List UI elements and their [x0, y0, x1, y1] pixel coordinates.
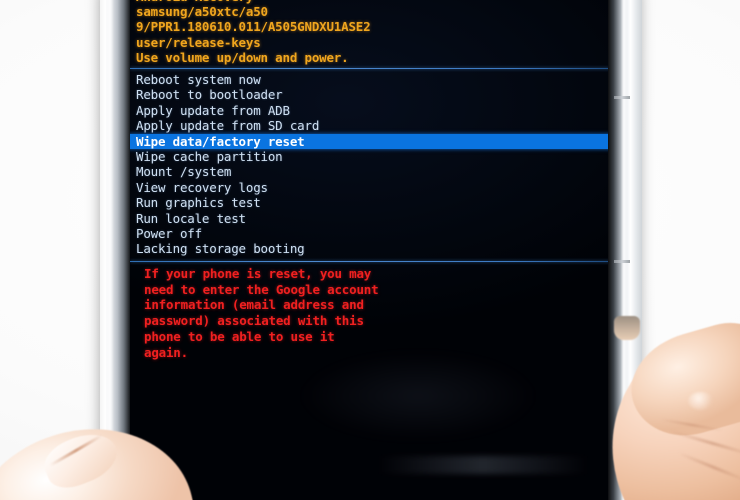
menu-item-lacking-storage-booting[interactable]: Lacking storage booting: [128, 241, 612, 256]
menu-item-wipe-cache-partition[interactable]: Wipe cache partition: [128, 149, 612, 164]
menu-item-apply-update-from-adb[interactable]: Apply update from ADB: [128, 103, 612, 118]
header-line-build: 9/PPR1.180610.011/A505GNDXU1ASE2: [136, 19, 371, 35]
bezel-left-gloss: [106, 0, 113, 500]
screenshot-stage: Android Recovery samsung/a50xtc/a50 9/PP…: [0, 0, 740, 500]
right-hand-knuckle: [688, 392, 714, 410]
power-button-seam[interactable]: [614, 260, 630, 263]
screen-smudge-upper: [298, 351, 538, 441]
right-hand-fingertip: [614, 316, 640, 340]
header-line-device: samsung/a50xtc/a50: [136, 4, 268, 20]
recovery-console: Android Recovery samsung/a50xtc/a50 9/PP…: [128, 0, 612, 361]
separator-top: [130, 68, 610, 70]
menu-item-wipe-data-factory-reset[interactable]: Wipe data/factory reset: [128, 133, 612, 150]
warning-line-6: again.: [144, 344, 188, 360]
warning-line-5: phone to be able to use it: [144, 329, 335, 345]
menu-item-apply-update-from-sd[interactable]: Apply update from SD card: [128, 118, 612, 133]
menu-item-mount-system[interactable]: Mount /system: [128, 164, 612, 179]
menu-item-run-graphics-test[interactable]: Run graphics test: [128, 195, 612, 210]
phone-bezel-left: [100, 0, 130, 500]
phone-screen[interactable]: Android Recovery samsung/a50xtc/a50 9/PP…: [128, 0, 612, 500]
warning-line-3: information (email address and: [144, 297, 364, 313]
warning-line-4: password) associated with this: [144, 313, 364, 329]
reset-warning-message: If your phone is reset, you may need to …: [128, 264, 612, 361]
header-line-keys: user/release-keys: [136, 34, 261, 50]
warning-line-1: If your phone is reset, you may: [144, 265, 372, 281]
recovery-header: Android Recovery samsung/a50xtc/a50 9/PP…: [128, 0, 612, 65]
menu-item-power-off[interactable]: Power off: [128, 226, 612, 241]
screen-smudge-lower: [378, 456, 588, 474]
menu-item-view-recovery-logs[interactable]: View recovery logs: [128, 180, 612, 195]
recovery-menu[interactable]: Reboot system now Reboot to bootloader A…: [128, 71, 612, 258]
menu-item-run-locale-test[interactable]: Run locale test: [128, 211, 612, 226]
separator-bottom: [130, 260, 610, 262]
warning-line-2: need to enter the Google account: [144, 281, 379, 297]
menu-item-reboot-to-bootloader[interactable]: Reboot to bootloader: [128, 87, 612, 102]
menu-item-reboot-system-now[interactable]: Reboot system now: [128, 72, 612, 87]
header-line-hint: Use volume up/down and power.: [136, 49, 349, 65]
volume-button-seam-upper[interactable]: [614, 96, 630, 99]
